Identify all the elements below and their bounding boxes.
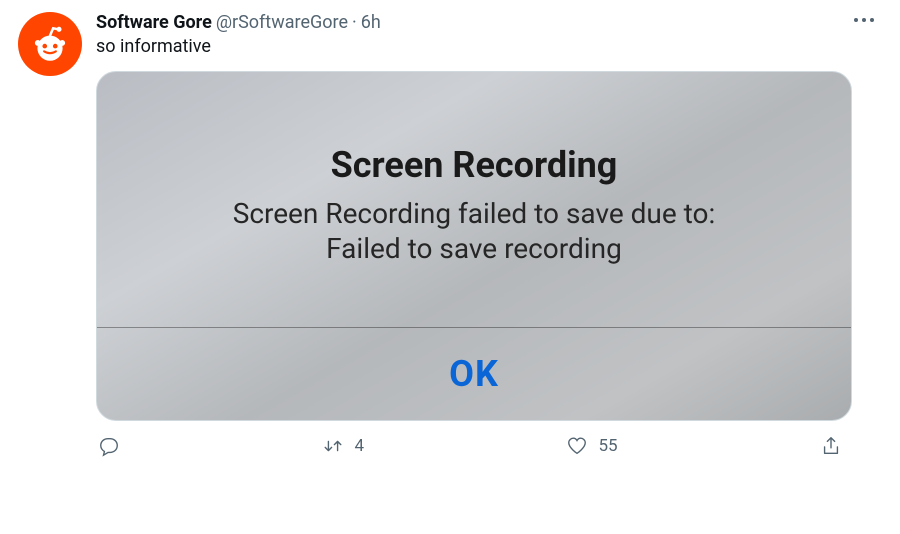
- reddit-icon: [29, 23, 71, 65]
- retweet-icon: [322, 435, 344, 457]
- alert-title: Screen Recording: [331, 144, 618, 186]
- dot-icon: [870, 18, 874, 22]
- tweet-media[interactable]: Screen Recording Screen Recording failed…: [96, 71, 852, 421]
- share-button[interactable]: [820, 435, 842, 457]
- more-options-button[interactable]: [850, 14, 878, 26]
- retweet-button[interactable]: 4: [322, 435, 364, 457]
- tweet-actions: 4 55: [96, 435, 852, 457]
- alert-message-line1: Screen Recording failed to save due to:: [233, 196, 716, 231]
- alert-ok-button: OK: [97, 328, 851, 420]
- separator: ·: [352, 12, 357, 34]
- alert-message-line2: Failed to save recording: [233, 231, 716, 266]
- dot-icon: [854, 18, 858, 22]
- reply-icon: [98, 435, 120, 457]
- dot-icon: [862, 18, 866, 22]
- avatar[interactable]: [18, 12, 82, 76]
- share-icon: [820, 435, 842, 457]
- reply-button[interactable]: [98, 435, 120, 457]
- timestamp[interactable]: 6h: [361, 12, 381, 34]
- tweet-container: Software Gore @rSoftwareGore · 6h so inf…: [0, 0, 900, 469]
- alert-message: Screen Recording failed to save due to: …: [233, 196, 716, 266]
- like-count: 55: [598, 436, 617, 456]
- handle[interactable]: @rSoftwareGore: [216, 12, 348, 34]
- heart-icon: [566, 435, 588, 457]
- like-button[interactable]: 55: [566, 435, 617, 457]
- tweet-text: so informative: [96, 36, 882, 57]
- alert-content: Screen Recording Screen Recording failed…: [97, 72, 851, 327]
- retweet-count: 4: [354, 436, 364, 456]
- tweet-content: Software Gore @rSoftwareGore · 6h so inf…: [96, 12, 882, 457]
- tweet-header: Software Gore @rSoftwareGore · 6h: [96, 12, 882, 34]
- display-name[interactable]: Software Gore: [96, 12, 212, 34]
